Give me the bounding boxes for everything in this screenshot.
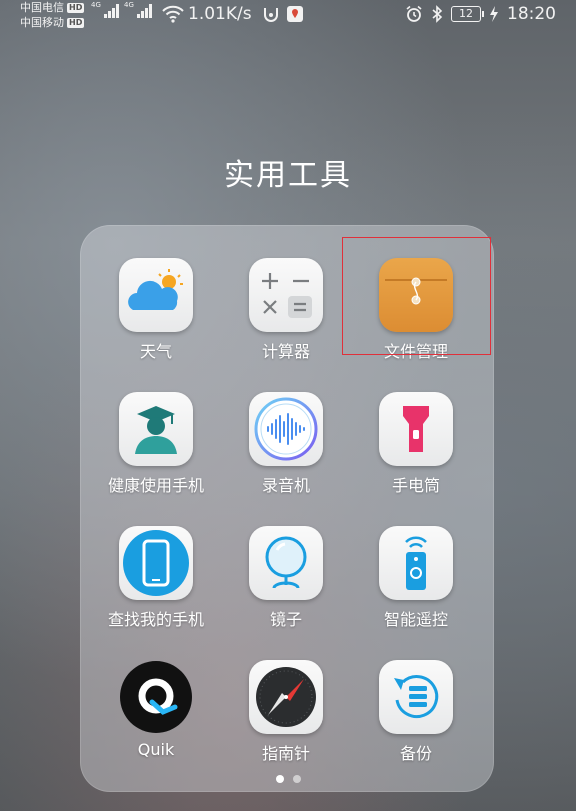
calculator-icon xyxy=(262,273,312,318)
net-type: 4G xyxy=(124,1,134,9)
app-label: Quik xyxy=(137,740,175,759)
wifi-icon xyxy=(162,5,184,23)
selection-highlight xyxy=(342,237,491,355)
backup-tile[interactable] xyxy=(379,660,453,734)
recorder-icon xyxy=(254,397,318,461)
app-label: 手电筒 xyxy=(391,476,440,495)
app-calculator[interactable]: 计算器 xyxy=(221,258,351,362)
flashlight-icon xyxy=(403,406,429,452)
app-flashlight[interactable]: 手电筒 xyxy=(351,392,481,496)
app-label: 镜子 xyxy=(269,610,302,629)
alarm-icon xyxy=(406,5,422,22)
app-health[interactable]: 健康使用手机 xyxy=(91,392,221,496)
notification-icon xyxy=(264,8,278,22)
app-recorder[interactable]: 录音机 xyxy=(221,392,351,496)
app-label: 计算器 xyxy=(261,342,310,361)
remote-tile[interactable] xyxy=(379,526,453,600)
app-mirror[interactable]: 镜子 xyxy=(221,526,351,630)
app-quik[interactable]: Quik xyxy=(91,660,221,759)
page-dot-1[interactable] xyxy=(275,775,284,783)
recorder-tile[interactable] xyxy=(249,392,323,466)
mirror-tile[interactable] xyxy=(249,526,323,600)
net-type: 4G xyxy=(91,1,101,9)
app-weather[interactable]: 天气 xyxy=(91,258,221,362)
app-label: 查找我的手机 xyxy=(107,610,204,629)
maps-icon xyxy=(287,6,303,22)
page-indicator[interactable] xyxy=(0,775,576,783)
page-dot-2[interactable] xyxy=(292,775,301,783)
quik-icon xyxy=(120,661,192,733)
app-backup[interactable]: 备份 xyxy=(351,660,481,764)
health-icon xyxy=(135,406,177,454)
health-tile[interactable] xyxy=(119,392,193,466)
app-label: 录音机 xyxy=(261,476,310,495)
compass-icon xyxy=(256,667,316,727)
carrier-info: 中国电信 HD 中国移动 HD xyxy=(20,0,85,30)
calculator-tile[interactable] xyxy=(249,258,323,332)
app-label: 天气 xyxy=(139,342,172,361)
flashlight-tile[interactable] xyxy=(379,392,453,466)
signal-icon: 4G xyxy=(91,1,119,18)
remote-icon xyxy=(405,536,427,590)
mirror-icon xyxy=(265,536,307,589)
hd-badge: HD xyxy=(67,17,85,28)
compass-tile[interactable] xyxy=(249,660,323,734)
backup-icon xyxy=(394,675,439,719)
clock: 18:20 xyxy=(507,4,556,24)
carrier-1: 中国电信 xyxy=(20,1,64,14)
app-label: 智能遥控 xyxy=(383,610,448,629)
carrier-2: 中国移动 xyxy=(20,16,64,29)
network-speed: 1.01K/s xyxy=(188,4,252,24)
system-status: 12 18:20 xyxy=(405,4,556,24)
find-phone-icon xyxy=(123,530,189,596)
quik-tile[interactable] xyxy=(119,660,193,734)
signal-icon: 4G xyxy=(124,1,152,18)
app-label: 指南针 xyxy=(261,744,310,763)
status-bar: 中国电信 HD 中国移动 HD 4G 4G 1.01K/s 12 18:20 xyxy=(0,0,576,36)
battery-indicator: 12 xyxy=(451,6,484,22)
app-compass[interactable]: 指南针 xyxy=(221,660,351,764)
hd-badge: HD xyxy=(67,2,85,13)
weather-icon xyxy=(128,269,183,310)
signal-icons: 4G 4G xyxy=(91,1,152,18)
app-find-phone[interactable]: 查找我的手机 xyxy=(91,526,221,630)
app-label: 健康使用手机 xyxy=(107,476,204,495)
bluetooth-icon xyxy=(432,5,443,23)
app-remote[interactable]: 智能遥控 xyxy=(351,526,481,630)
charging-icon xyxy=(490,6,498,22)
folder-title[interactable]: 实用工具 xyxy=(0,150,576,194)
app-label: 备份 xyxy=(399,744,432,763)
find-phone-tile[interactable] xyxy=(119,526,193,600)
weather-tile[interactable] xyxy=(119,258,193,332)
